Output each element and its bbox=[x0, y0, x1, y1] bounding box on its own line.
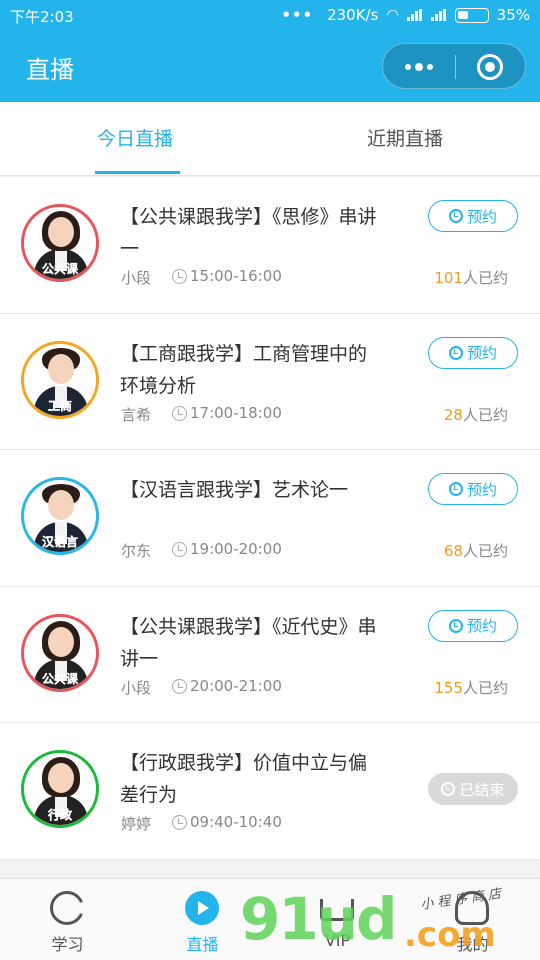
teacher-name: 小段 bbox=[121, 269, 152, 287]
avatar-tag: 工商 bbox=[47, 398, 72, 413]
item-title: 【工商跟我学】工商管理中的环境分析 bbox=[120, 342, 368, 397]
avatar-tag: 公共课 bbox=[41, 262, 78, 276]
close-icon[interactable] bbox=[477, 54, 503, 80]
nav-study[interactable]: 学习 bbox=[0, 879, 135, 960]
item-time: 17:00-18:00 bbox=[190, 403, 282, 422]
avatar: 公共课 bbox=[21, 613, 99, 692]
page-title: 直播 bbox=[26, 56, 74, 84]
booked-count: 68人已约 bbox=[443, 542, 508, 560]
item-title: 【行政跟我学】价值中立与偏差行为 bbox=[120, 752, 368, 806]
header-bar: 下午2:03 ••• 230K/s ◠ 35% 直播 bbox=[0, 0, 540, 102]
booked-count: 28人已约 bbox=[443, 405, 508, 424]
list-item[interactable]: 公共课 【公共课跟我学】《思修》串讲一 小段 15:00-16:00 101人已… bbox=[0, 177, 540, 314]
clock-icon bbox=[172, 815, 187, 830]
battery-icon bbox=[454, 7, 489, 23]
status-time: 下午2:03 bbox=[10, 8, 74, 26]
signal-icon bbox=[406, 9, 423, 21]
clock-icon bbox=[448, 482, 463, 496]
item-time: 19:00-20:00 bbox=[190, 540, 282, 558]
teacher-name: 言希 bbox=[121, 405, 152, 424]
clock-icon bbox=[172, 269, 187, 284]
list-item[interactable]: 行政 【行政跟我学】价值中立与偏差行为 婷婷 09:40-10:40 已结束 bbox=[0, 723, 540, 860]
avatar: 行政 bbox=[21, 750, 99, 828]
active-tab-indicator bbox=[95, 171, 180, 174]
list-item[interactable]: 工商 【工商跟我学】工商管理中的环境分析 言希 17:00-18:00 28人已… bbox=[0, 314, 540, 450]
watermark-domain: .com bbox=[404, 915, 496, 955]
avatar-tag: 汉语言 bbox=[41, 535, 78, 549]
clock-icon bbox=[448, 345, 463, 360]
avatar: 汉语言 bbox=[21, 477, 99, 555]
teacher-name: 尔东 bbox=[121, 542, 152, 560]
miniprogram-capsule bbox=[382, 43, 526, 89]
reserve-button[interactable]: 预约 bbox=[428, 200, 518, 232]
item-time: 15:00-16:00 bbox=[190, 267, 282, 285]
nav-label: 学习 bbox=[51, 935, 84, 954]
live-list: 公共课 【公共课跟我学】《思修》串讲一 小段 15:00-16:00 101人已… bbox=[0, 177, 540, 860]
reserve-button[interactable]: 预约 bbox=[428, 609, 518, 642]
booked-count: 101人已约 bbox=[434, 269, 508, 287]
item-title: 【汉语言跟我学】艺术论一 bbox=[120, 479, 349, 501]
list-item[interactable]: 汉语言 【汉语言跟我学】艺术论一 尔东 19:00-20:00 68人已约 预约 bbox=[0, 450, 540, 587]
more-icon[interactable] bbox=[383, 44, 455, 90]
play-icon bbox=[185, 891, 219, 925]
item-title: 【公共课跟我学】《思修》串讲一 bbox=[120, 206, 377, 260]
tab-bar: 今日直播 近期直播 bbox=[0, 102, 540, 176]
tab-upcoming-live[interactable]: 近期直播 bbox=[270, 102, 540, 176]
clock-icon bbox=[172, 542, 187, 557]
item-time: 09:40-10:40 bbox=[190, 813, 282, 831]
teacher-name: 婷婷 bbox=[121, 815, 152, 833]
booked-count: 155人已约 bbox=[434, 678, 508, 697]
item-title: 【公共课跟我学】《近代史》串讲一 bbox=[120, 615, 377, 670]
status-dots: ••• bbox=[281, 6, 314, 24]
signal-icon-2 bbox=[430, 9, 447, 21]
clock-icon bbox=[448, 209, 463, 223]
watermark-logo: 91ud bbox=[240, 885, 398, 953]
tab-today-live[interactable]: 今日直播 bbox=[0, 102, 270, 176]
ended-button[interactable]: 已结束 bbox=[428, 773, 518, 805]
teacher-name: 小段 bbox=[121, 678, 152, 697]
capsule-divider bbox=[455, 55, 456, 79]
clock-icon bbox=[172, 678, 187, 694]
battery-level: 35% bbox=[496, 6, 530, 24]
avatar: 公共课 bbox=[21, 204, 99, 282]
list-item[interactable]: 公共课 【公共课跟我学】《近代史》串讲一 小段 20:00-21:00 155人… bbox=[0, 587, 540, 723]
clock-icon bbox=[448, 618, 463, 633]
pacman-icon bbox=[50, 891, 84, 925]
status-bar: 下午2:03 ••• 230K/s ◠ 35% bbox=[0, 0, 540, 32]
avatar: 工商 bbox=[21, 340, 99, 419]
reserve-button[interactable]: 预约 bbox=[428, 336, 518, 369]
network-speed: 230K/s bbox=[327, 6, 379, 24]
clock-icon bbox=[172, 405, 187, 421]
avatar-tag: 行政 bbox=[47, 808, 72, 822]
reserve-button[interactable]: 预约 bbox=[428, 473, 518, 505]
status-right: ••• 230K/s ◠ 35% bbox=[281, 6, 530, 24]
wifi-icon: ◠ bbox=[386, 7, 399, 23]
clock-icon bbox=[441, 782, 456, 796]
item-time: 20:00-21:00 bbox=[190, 676, 282, 695]
avatar-tag: 公共课 bbox=[41, 671, 78, 686]
